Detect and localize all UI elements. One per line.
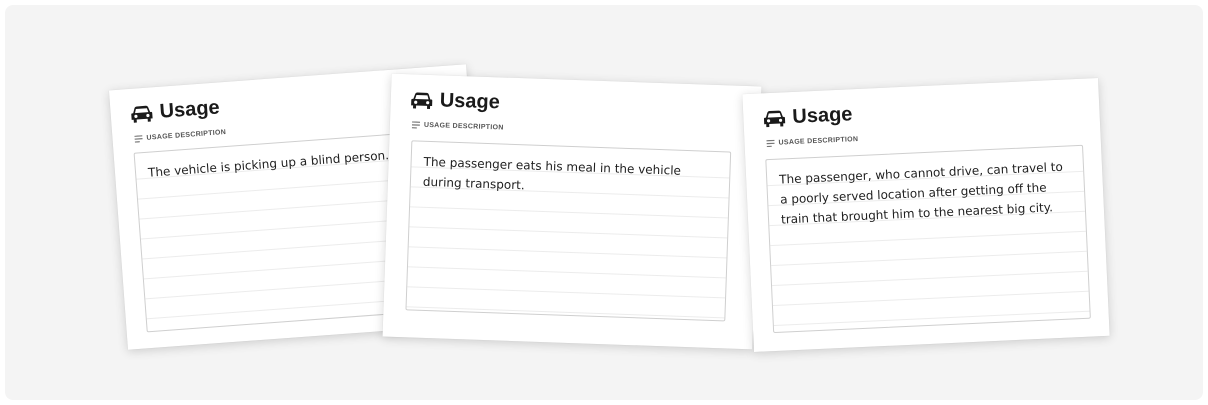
- card-title: Usage: [763, 103, 853, 130]
- car-icon: [130, 104, 153, 124]
- card-subtitle: USAGE DESCRIPTION: [411, 121, 504, 132]
- car-icon: [763, 109, 786, 128]
- usage-card-2: Usage USAGE DESCRIPTION The passenger ea…: [382, 73, 762, 350]
- lines-icon: [411, 121, 421, 129]
- card-title-text: Usage: [791, 103, 853, 128]
- usage-description-field[interactable]: The passenger eats his meal in the vehic…: [405, 140, 732, 322]
- card-subtitle-text: USAGE DESCRIPTION: [146, 128, 227, 142]
- usage-description-text: The passenger, who cannot drive, can tra…: [778, 159, 1064, 227]
- usage-description-field[interactable]: The passenger, who cannot drive, can tra…: [765, 144, 1091, 334]
- lines-icon: [766, 139, 775, 148]
- car-icon: [410, 91, 433, 110]
- card-title-text: Usage: [158, 96, 221, 123]
- usage-description-text: The passenger eats his meal in the vehic…: [422, 154, 682, 193]
- lines-icon: [134, 135, 143, 143]
- canvas-background: Usage USAGE DESCRIPTION The vehicle is p…: [5, 5, 1203, 400]
- card-title: Usage: [130, 96, 220, 125]
- usage-card-3: Usage USAGE DESCRIPTION The passenger, w…: [742, 78, 1110, 352]
- card-title-text: Usage: [439, 89, 501, 114]
- card-subtitle-text: USAGE DESCRIPTION: [778, 135, 859, 147]
- card-subtitle: USAGE DESCRIPTION: [134, 129, 226, 143]
- card-title: Usage: [410, 88, 500, 114]
- card-subtitle: USAGE DESCRIPTION: [766, 135, 859, 148]
- card-subtitle-text: USAGE DESCRIPTION: [423, 121, 504, 132]
